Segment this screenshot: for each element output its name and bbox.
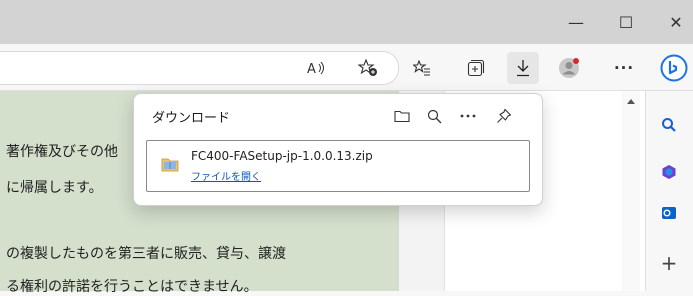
add-favorite-button[interactable] [352,52,384,84]
maximize-icon: ☐ [618,12,634,32]
minimize-button[interactable]: — [553,0,599,44]
read-aloud-button[interactable]: A [300,52,332,84]
search-downloads-button[interactable] [420,102,448,130]
pin-downloads-button[interactable] [490,102,518,130]
folder-icon [394,110,410,123]
office-icon [662,165,676,179]
scroll-up-arrow-icon[interactable] [626,97,636,107]
read-aloud-icon: A [307,61,324,75]
svg-text:A: A [307,62,316,75]
sidebar-add-button[interactable]: + [655,249,683,277]
add-favorite-icon [358,59,377,76]
more-icon: ··· [613,59,635,77]
more-icon [460,114,476,118]
outlook-icon [662,207,676,219]
downloads-more-options-button[interactable] [454,102,482,130]
downloads-button[interactable] [507,52,539,84]
downloads-icon [517,60,529,77]
sidebar-shopping-button[interactable] [655,158,683,186]
open-downloads-folder-button[interactable] [388,102,416,130]
sidebar-outlook-button[interactable] [655,199,683,227]
downloads-flyout: ダウンロード FC400-FASetup-jp-1.0.0.13.zip ファイ… [133,93,543,206]
copilot-button[interactable] [658,52,690,84]
address-bar[interactable] [0,51,399,85]
add-icon: + [660,251,678,275]
collections-icon [467,59,485,77]
download-file-name: FC400-FASetup-jp-1.0.0.13.zip [191,149,373,163]
maximize-button[interactable]: ☐ [603,0,649,44]
pin-icon [497,108,512,123]
search-icon [427,109,441,123]
profile-icon [559,58,579,78]
page-text-line: る権利の許諾を行うことはできません。 [6,279,258,295]
page-text-line: 著作権及びその他 [6,144,118,160]
favorites-icon [413,60,430,76]
downloads-title: ダウンロード [152,111,231,126]
profile-button[interactable] [553,52,585,84]
zip-file-icon [161,158,179,172]
page-text-line: に帰属します。 [6,180,103,196]
bing-copilot-icon [660,54,688,82]
close-window-button[interactable]: ✕ [653,0,693,44]
search-icon [662,118,676,132]
download-item[interactable]: FC400-FASetup-jp-1.0.0.13.zip ファイルを開く [146,140,530,192]
minimize-icon: — [568,12,584,32]
favorites-button[interactable] [406,52,438,84]
close-icon: ✕ [669,12,683,32]
collections-button[interactable] [460,52,492,84]
scrollbar[interactable] [622,91,640,291]
sidebar-search-button[interactable] [655,111,683,139]
page-text-line: の複製したものを第三者に販売、貸与、譲渡 [6,246,286,262]
more-button[interactable]: ··· [608,52,640,84]
open-file-link[interactable]: ファイルを開く [191,168,261,183]
